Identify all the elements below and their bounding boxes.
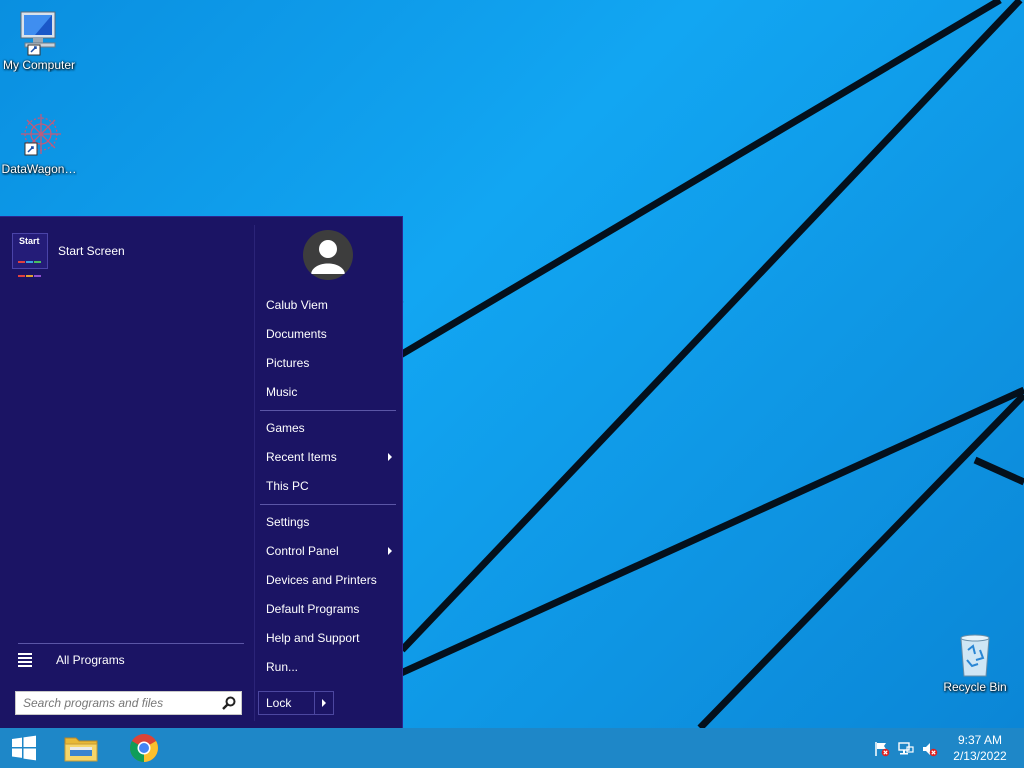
menu-item-label: Music [266, 385, 298, 399]
menu-item-label: This PC [266, 479, 309, 493]
action-center-flag-icon[interactable] [874, 741, 890, 757]
menu-item-label: Calub Viem [266, 298, 328, 312]
start-screen-tile-icon: Start [12, 233, 48, 277]
list-icon [18, 651, 32, 669]
menu-item-label: Default Programs [266, 602, 360, 616]
menu-item-user[interactable]: Calub Viem [266, 294, 396, 316]
menu-item-label: Help and Support [266, 631, 360, 645]
menu-item-recent-items[interactable]: Recent Items [266, 446, 396, 468]
start-menu-programs-pane: Start Start Screen All Programs [0, 217, 254, 728]
desktop-icon-recycle-bin[interactable]: Recycle Bin [937, 630, 1013, 694]
search-input[interactable] [16, 692, 223, 714]
folder-icon [64, 737, 98, 762]
tile-label: Start [19, 236, 40, 246]
menu-item-games[interactable]: Games [266, 417, 396, 439]
separator [260, 410, 396, 411]
desktop-icon-datawagon[interactable]: DataWagon… [1, 112, 77, 176]
all-programs-label: All Programs [56, 653, 125, 667]
separator [260, 504, 396, 505]
file-explorer-button[interactable] [57, 728, 105, 768]
menu-item-music[interactable]: Music [266, 381, 396, 403]
menu-item-label: Games [266, 421, 305, 435]
search-box[interactable] [15, 691, 242, 715]
chrome-button[interactable] [120, 728, 168, 768]
clock-time: 9:37 AM [957, 733, 1003, 747]
menu-item-label: Documents [266, 327, 327, 341]
chrome-icon [130, 734, 158, 762]
menu-item-documents[interactable]: Documents [266, 323, 396, 345]
taskbar: 9:37 AM 2/13/2022 [0, 728, 1024, 768]
menu-item-label: Pictures [266, 356, 310, 370]
menu-item-pictures[interactable]: Pictures [266, 352, 396, 374]
separator [18, 643, 244, 644]
menu-item-this-pc[interactable]: This PC [266, 475, 396, 497]
all-programs-button[interactable]: All Programs [18, 649, 244, 671]
menu-item-label: Recent Items [266, 450, 337, 464]
menu-item-settings[interactable]: Settings [266, 511, 396, 533]
desktop-icon-my-computer[interactable]: My Computer [1, 8, 77, 72]
desktop-icon-label: DataWagon… [1, 162, 77, 176]
menu-item-label: Run... [266, 660, 299, 674]
chevron-right-icon[interactable] [313, 692, 333, 714]
clock-date: 2/13/2022 [953, 749, 1007, 763]
menu-item-label: Devices and Printers [266, 573, 377, 587]
chevron-right-icon [388, 453, 392, 461]
desktop-icon-label: My Computer [2, 58, 76, 72]
menu-item-control-panel[interactable]: Control Panel [266, 540, 396, 562]
start-menu: Start Start Screen All Programs Search p… [0, 216, 403, 728]
volume-muted-icon[interactable] [922, 741, 938, 757]
chevron-right-icon [388, 547, 392, 555]
clock[interactable]: 9:37 AM 2/13/2022 [946, 732, 1014, 764]
menu-item-label: Settings [266, 515, 310, 529]
start-button[interactable] [0, 728, 48, 768]
user-avatar-icon[interactable] [303, 230, 353, 280]
recycle-bin-icon [960, 634, 990, 677]
menu-item-devices-printers[interactable]: Devices and Printers [266, 569, 396, 591]
menu-item-label: Control Panel [266, 544, 339, 558]
lock-label: Lock [266, 696, 292, 710]
start-screen-item[interactable]: Start Start Screen [12, 231, 248, 277]
search-icon[interactable] [222, 696, 236, 710]
computer-icon [20, 11, 56, 56]
start-screen-label: Start Screen [58, 244, 125, 258]
network-icon[interactable] [898, 741, 914, 757]
windows-logo-icon [12, 735, 36, 761]
lock-button[interactable]: Lock [258, 691, 334, 715]
menu-item-default-programs[interactable]: Default Programs [266, 598, 396, 620]
desktop-icon-label: Recycle Bin [943, 680, 1007, 694]
start-menu-places-pane: Calub Viem Documents Pictures Music Game… [255, 217, 401, 728]
datawagon-icon [21, 114, 61, 156]
menu-item-run[interactable]: Run... [266, 656, 396, 678]
menu-item-help-support[interactable]: Help and Support [266, 627, 396, 649]
